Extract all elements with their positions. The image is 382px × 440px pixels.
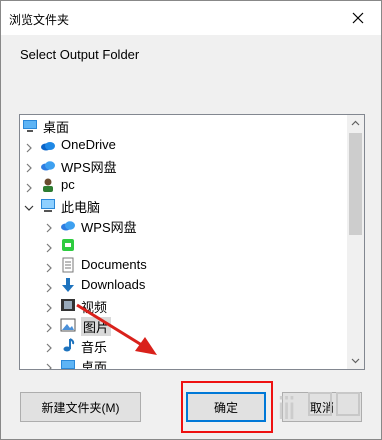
music-icon: [60, 337, 76, 353]
new-folder-button[interactable]: 新建文件夹(M): [20, 392, 141, 422]
tree-item[interactable]: 此电脑: [20, 195, 348, 215]
scroll-up-button[interactable]: [347, 115, 364, 132]
chevron-right-icon[interactable]: [44, 280, 54, 293]
chevron-right-icon[interactable]: [44, 220, 54, 233]
tree-item-label: Downloads: [81, 277, 146, 292]
tree-item-label: 桌面: [43, 120, 70, 135]
browse-folder-dialog: 浏览文件夹 Select Output Folder 桌面 OneDrive WPS…: [0, 0, 382, 440]
tree-item[interactable]: 图片: [20, 315, 348, 336]
chevron-down-icon: [351, 358, 360, 364]
computer-icon: [40, 197, 56, 213]
onedrive-cloud-icon: [40, 137, 56, 153]
download-arrow-icon: [60, 277, 76, 293]
tree-item[interactable]: 桌面: [20, 115, 348, 135]
video-icon: [60, 297, 76, 313]
folder-tree-rows: 桌面 OneDrive WPS网盘 pc 此电脑 WPS网盘 Documents Downlo…: [20, 115, 348, 370]
tree-item[interactable]: OneDrive: [20, 135, 348, 155]
tree-item-label: OneDrive: [61, 137, 116, 152]
tree-item[interactable]: 音乐: [20, 335, 348, 355]
cancel-button[interactable]: 取消: [282, 392, 362, 422]
chevron-right-icon[interactable]: [44, 360, 54, 369]
tree-item[interactable]: [20, 235, 348, 255]
picture-icon: [60, 317, 76, 333]
wps-cloud-icon: [60, 217, 76, 233]
folder-tree[interactable]: 桌面 OneDrive WPS网盘 pc 此电脑 WPS网盘 Documents Downlo…: [19, 114, 365, 370]
tree-item-label: WPS网盘: [81, 220, 137, 235]
desktop-icon: [60, 357, 76, 369]
tree-item[interactable]: 桌面: [20, 355, 348, 370]
chevron-right-icon[interactable]: [44, 340, 54, 353]
chevron-right-icon[interactable]: [44, 300, 54, 313]
chevron-right-icon[interactable]: [44, 260, 54, 273]
tree-item[interactable]: WPS网盘: [20, 155, 348, 175]
chevron-down-icon[interactable]: [24, 200, 34, 211]
chevron-right-icon[interactable]: [44, 320, 54, 333]
app-icon: [60, 237, 76, 253]
chevron-right-icon[interactable]: [24, 160, 34, 173]
chevron-right-icon[interactable]: [24, 180, 34, 193]
wps-cloud-icon: [40, 157, 56, 173]
tree-item-label: WPS网盘: [61, 160, 117, 175]
documents-icon: [60, 257, 76, 273]
tree-item[interactable]: Documents: [20, 255, 348, 275]
dialog-prompt: Select Output Folder: [20, 47, 140, 62]
vertical-scrollbar[interactable]: [347, 115, 364, 369]
chevron-right-icon[interactable]: [24, 140, 34, 153]
dialog-title: 浏览文件夹: [9, 13, 70, 27]
close-button[interactable]: [347, 7, 369, 29]
chevron-up-icon: [351, 120, 360, 126]
scrollbar-thumb[interactable]: [349, 133, 362, 235]
tree-item-label: 此电脑: [61, 200, 101, 215]
tree-item-label: 桌面: [81, 360, 108, 370]
desktop-icon: [22, 117, 38, 133]
title-bar: 浏览文件夹: [1, 1, 381, 35]
tree-item-label: pc: [61, 177, 75, 192]
tree-item[interactable]: pc: [20, 175, 348, 195]
tree-item[interactable]: WPS网盘: [20, 215, 348, 235]
user-icon: [40, 177, 56, 193]
chevron-right-icon[interactable]: [44, 240, 54, 253]
tree-item-label: Documents: [81, 257, 147, 272]
scroll-down-button[interactable]: [347, 352, 364, 369]
close-icon: [352, 12, 364, 24]
tree-item-label: 音乐: [81, 340, 108, 355]
tree-item[interactable]: Downloads: [20, 275, 348, 295]
ok-button[interactable]: 确定: [186, 392, 266, 422]
tree-item-label: 图片: [81, 317, 112, 336]
tree-item[interactable]: 视频: [20, 295, 348, 315]
tree-item-label: 视频: [81, 300, 108, 315]
